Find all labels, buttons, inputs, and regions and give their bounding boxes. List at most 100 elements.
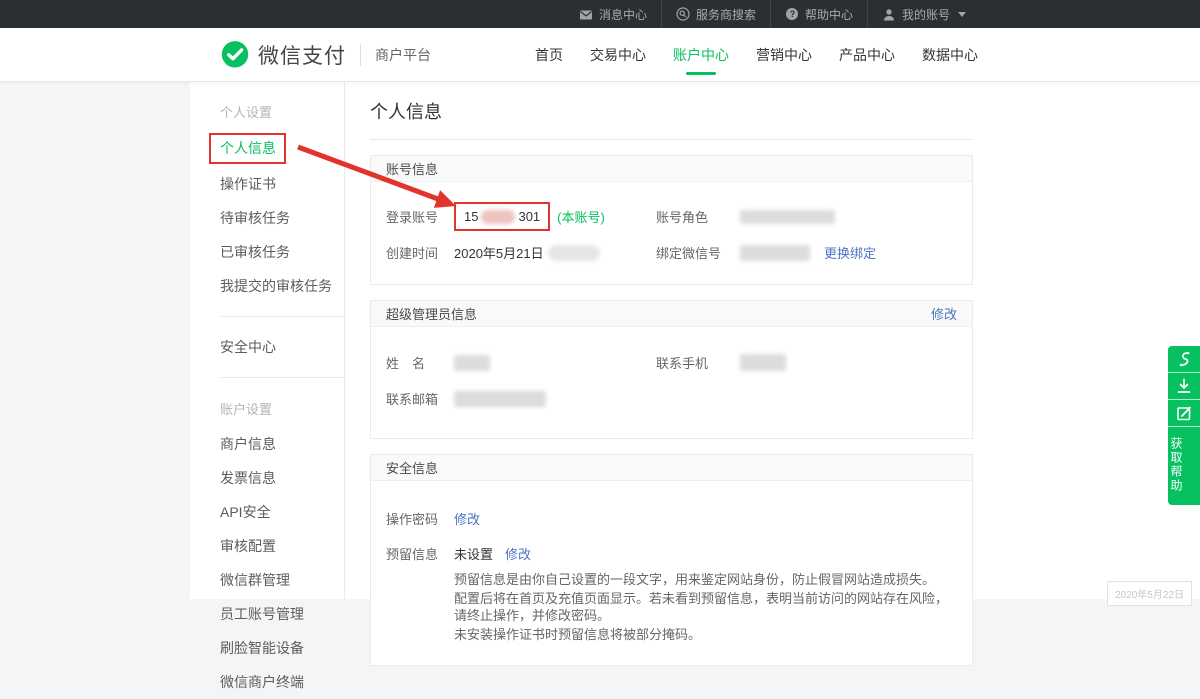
account-info-section: 账号信息 登录账号 15 301 (本账号) 账号角色 <box>370 155 973 285</box>
reserved-info-desc-line: 预留信息是由你自己设置的一段文字，用来鉴定网站身份，防止假冒网站造成损失。 <box>454 571 957 588</box>
security-info-section: 安全信息 操作密码 修改 预留信息 未设置 修改 预留 <box>370 454 973 666</box>
admin-phone-redacted <box>740 354 786 371</box>
topbar: 消息中心 服务商搜索 ? 帮助中心 我的账号 <box>0 0 1200 28</box>
header: 微信支付 商户平台 首页 交易中心 账户中心 营销中心 产品中心 数据中心 <box>0 28 1200 82</box>
sidebar-section-personal-settings: 个人设置 <box>190 94 344 130</box>
topbar-provider-search-label: 服务商搜索 <box>696 6 756 23</box>
sidebar-item-personal-info-label[interactable]: 个人信息 <box>209 133 286 164</box>
nav-transaction-center[interactable]: 交易中心 <box>590 28 646 82</box>
svg-text:?: ? <box>790 9 796 19</box>
reserved-info-edit-link[interactable]: 修改 <box>505 544 531 563</box>
login-account-redacted <box>481 210 515 224</box>
nav-account-center[interactable]: 账户中心 <box>673 28 729 82</box>
main-nav: 首页 交易中心 账户中心 营销中心 产品中心 数据中心 <box>535 28 978 82</box>
account-info-section-header: 账号信息 <box>371 156 972 182</box>
floating-help-bar: 获取帮助 <box>1168 346 1200 505</box>
sidebar-divider <box>220 316 344 317</box>
topbar-menu: 消息中心 服务商搜索 ? 帮助中心 我的账号 <box>565 0 980 28</box>
portal-label: 商户平台 <box>375 45 431 65</box>
bound-wechat-label: 绑定微信号 <box>656 243 728 262</box>
sidebar-divider <box>220 377 344 378</box>
sidebar: 个人设置 个人信息 操作证书 待审核任务 已审核任务 我提交的审核任务 安全中心… <box>190 82 345 599</box>
operation-password-edit-link[interactable]: 修改 <box>454 509 480 528</box>
rebind-wechat-link[interactable]: 更换绑定 <box>824 243 876 262</box>
created-time-label: 创建时间 <box>386 243 438 262</box>
sidebar-item-merchant-info[interactable]: 商户信息 <box>190 427 344 461</box>
nav-product-center[interactable]: 产品中心 <box>839 28 895 82</box>
get-help-button[interactable]: 获取帮助 <box>1168 427 1200 505</box>
operation-password-label: 操作密码 <box>386 509 438 528</box>
login-account-annotation-box: 15 301 <box>454 202 550 231</box>
sidebar-item-my-submitted-tasks[interactable]: 我提交的审核任务 <box>190 269 344 303</box>
super-admin-section-header: 超级管理员信息 修改 <box>371 301 972 327</box>
topbar-message-center[interactable]: 消息中心 <box>565 0 661 28</box>
sidebar-item-api-security[interactable]: API安全 <box>190 495 344 529</box>
account-info-section-title: 账号信息 <box>386 159 438 178</box>
reserved-info-description: 预留信息是由你自己设置的一段文字，用来鉴定网站身份，防止假冒网站造成损失。 配置… <box>454 571 957 643</box>
date-stamp: 2020年5月22日 <box>1107 581 1192 606</box>
created-time-value: 2020年5月21日 <box>454 243 544 262</box>
admin-name-redacted <box>454 355 490 371</box>
sidebar-item-wechat-group-mgmt[interactable]: 微信群管理 <box>190 563 344 597</box>
security-info-section-body: 操作密码 修改 预留信息 未设置 修改 预留信息是由你自己设置的一段文字，用来鉴… <box>371 481 972 665</box>
topbar-provider-search[interactable]: 服务商搜索 <box>661 0 770 28</box>
sidebar-item-reviewed-tasks[interactable]: 已审核任务 <box>190 235 344 269</box>
wechat-pay-logo[interactable]: 微信支付 商户平台 <box>220 28 431 82</box>
admin-phone-label: 联系手机 <box>656 353 728 372</box>
reserved-info-status: 未设置 <box>454 544 493 563</box>
super-admin-edit-link[interactable]: 修改 <box>931 304 957 323</box>
edit-icon <box>1175 404 1193 422</box>
nav-marketing-center[interactable]: 营销中心 <box>756 28 812 82</box>
account-info-section-body: 登录账号 15 301 (本账号) 账号角色 <box>371 182 972 284</box>
sidebar-item-pending-review-tasks[interactable]: 待审核任务 <box>190 201 344 235</box>
admin-name-label: 姓 名 <box>386 353 438 372</box>
page-title: 个人信息 <box>370 98 973 140</box>
topbar-help-label: 帮助中心 <box>805 6 853 23</box>
created-time-redacted <box>548 245 600 261</box>
help-icon: ? <box>785 7 799 21</box>
super-admin-section: 超级管理员信息 修改 姓 名 联系手机 联系邮箱 <box>370 300 973 439</box>
sidebar-item-operation-certificate[interactable]: 操作证书 <box>190 167 344 201</box>
search-icon <box>676 7 690 21</box>
topbar-my-account[interactable]: 我的账号 <box>867 0 980 28</box>
super-admin-section-body: 姓 名 联系手机 联系邮箱 <box>371 327 972 438</box>
sidebar-item-wechat-merchant-terminal[interactable]: 微信商户终端 <box>190 665 344 699</box>
sidebar-item-review-config[interactable]: 审核配置 <box>190 529 344 563</box>
sidebar-item-personal-info[interactable]: 个人信息 <box>190 130 344 167</box>
topbar-help-center[interactable]: ? 帮助中心 <box>770 0 867 28</box>
sidebar-item-security-center[interactable]: 安全中心 <box>190 330 344 364</box>
sidebar-section-account-settings: 账户设置 <box>190 391 344 427</box>
content-area: 个人设置 个人信息 操作证书 待审核任务 已审核任务 我提交的审核任务 安全中心… <box>190 82 1200 599</box>
security-info-section-header: 安全信息 <box>371 455 972 481</box>
contact-service-button[interactable] <box>1168 346 1200 373</box>
logo-text: 微信支付 <box>258 40 346 70</box>
super-admin-section-title: 超级管理员信息 <box>386 304 477 323</box>
main-panel: 个人信息 账号信息 登录账号 15 301 (本账号) <box>370 98 973 666</box>
feedback-button[interactable] <box>1168 400 1200 427</box>
topbar-message-label: 消息中心 <box>599 6 647 23</box>
chevron-down-icon <box>958 12 966 17</box>
user-icon <box>882 8 896 21</box>
download-icon <box>1175 377 1193 395</box>
reserved-info-desc-line: 未安装操作证书时预留信息将被部分掩码。 <box>454 626 957 643</box>
sidebar-item-invoice-info[interactable]: 发票信息 <box>190 461 344 495</box>
sidebar-item-staff-account-mgmt[interactable]: 员工账号管理 <box>190 597 344 631</box>
topbar-my-account-label: 我的账号 <box>902 6 950 23</box>
nav-data-center[interactable]: 数据中心 <box>922 28 978 82</box>
contact-squiggle-icon <box>1175 350 1193 368</box>
nav-home[interactable]: 首页 <box>535 28 563 82</box>
account-role-label: 账号角色 <box>656 207 728 226</box>
admin-email-redacted <box>454 391 546 407</box>
login-account-prefix: 15 <box>464 209 478 224</box>
wechat-pay-logo-icon <box>220 40 250 70</box>
admin-email-label: 联系邮箱 <box>386 389 438 408</box>
account-role-redacted <box>740 210 835 224</box>
sidebar-item-face-smart-device[interactable]: 刷脸智能设备 <box>190 631 344 665</box>
reserved-info-desc-line: 配置后将在首页及充值页面显示。若未看到预留信息，表明当前访问的网站存在风险，请终… <box>454 590 957 624</box>
login-account-suffix: 301 <box>518 209 540 224</box>
logo-divider <box>360 44 361 66</box>
current-account-tag: (本账号) <box>557 207 605 226</box>
reserved-info-label: 预留信息 <box>386 544 438 563</box>
login-account-label: 登录账号 <box>386 207 438 226</box>
download-button[interactable] <box>1168 373 1200 400</box>
